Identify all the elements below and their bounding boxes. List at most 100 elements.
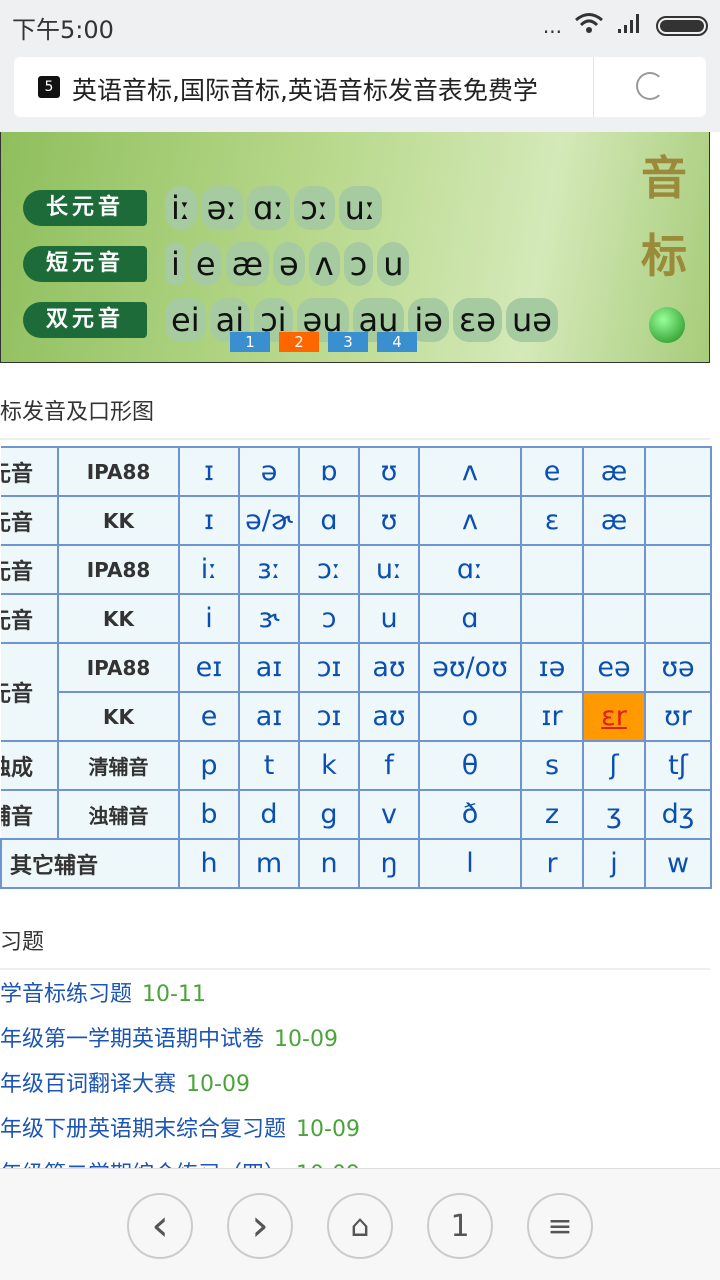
phonetic-cell[interactable]: ɔɪ (298, 691, 360, 742)
phonetic-cell[interactable]: uː (358, 544, 420, 595)
phonetic-cell[interactable]: i (178, 593, 240, 644)
phonetic-cell[interactable]: ʊə (644, 642, 712, 693)
phonetic-cell[interactable]: ʌ (418, 495, 522, 546)
phonetic-cell[interactable]: ɛ (520, 495, 584, 546)
back-button[interactable]: ‹ (127, 1193, 193, 1259)
banner-symbol: ɑː (247, 186, 291, 230)
banner-symbol: e (189, 242, 222, 286)
phonetic-cell[interactable]: əʊ/oʊ (418, 642, 522, 693)
phonetic-cell[interactable]: m (238, 838, 300, 889)
phonetic-link[interactable]: ɛr (601, 701, 627, 732)
phonetic-cell[interactable]: ɪr (520, 691, 584, 742)
phonetic-cell[interactable]: eə (582, 642, 646, 693)
news-link[interactable]: 年级百词翻译大赛 (0, 1072, 176, 1097)
phonetic-cell[interactable]: ɜː (238, 544, 300, 595)
phonetic-cell[interactable]: aʊ (358, 691, 420, 742)
phonetic-cell[interactable]: g (298, 789, 360, 840)
phonetic-cell[interactable]: iː (178, 544, 240, 595)
home-icon: ⌂ (350, 1208, 370, 1244)
phonetic-cell[interactable]: t (238, 740, 300, 791)
news-link[interactable]: 年级第一学期英语期中试卷 (0, 1027, 264, 1052)
phonetic-cell[interactable]: ɑː (418, 544, 522, 595)
news-link[interactable]: 学音标练习题 (0, 982, 132, 1007)
phonetic-cell[interactable]: æ (582, 495, 646, 546)
phonetic-cell[interactable]: d (238, 789, 300, 840)
url-field[interactable]: 5 英语音标,国际音标,英语音标发音表免费学 (14, 57, 706, 117)
phonetic-cell[interactable]: u (358, 593, 420, 644)
phonetic-cell[interactable]: ɪə (520, 642, 584, 693)
phonetic-cell[interactable]: ʒ (582, 789, 646, 840)
phonetic-cell[interactable]: j (582, 838, 646, 889)
phonetic-cell[interactable]: eɪ (178, 642, 240, 693)
reload-icon[interactable] (636, 72, 664, 100)
phonetic-cell[interactable]: ʊ (358, 495, 420, 546)
page-title[interactable]: 英语音标,国际音标,英语音标发音表免费学 (72, 71, 592, 107)
group-label: 元音 (1, 495, 59, 546)
phonetic-cell[interactable]: n (298, 838, 360, 889)
phonetic-cell[interactable]: w (644, 838, 712, 889)
phonetic-cell[interactable]: ɔ (298, 593, 360, 644)
phonetic-cell[interactable]: θ (418, 740, 522, 791)
phonetic-cell[interactable]: b (178, 789, 240, 840)
phonetic-cell[interactable]: ɒ (298, 446, 360, 497)
phonetic-cell[interactable]: r (520, 838, 584, 889)
pager-1[interactable]: 1 (230, 332, 270, 352)
phonetic-cell[interactable]: f (358, 740, 420, 791)
phonetic-cell[interactable]: o (418, 691, 522, 742)
table-row: 元音IPA88iːɜːɔːuːɑː (1, 544, 712, 595)
news-link[interactable]: 年级下册英语期末综合复习题 (0, 1117, 286, 1142)
phonetic-cell[interactable]: ɔɪ (298, 642, 360, 693)
phonetic-cell[interactable]: ʊr (644, 691, 712, 742)
phonetic-cell[interactable]: ɛr (582, 691, 646, 742)
phonetic-cell[interactable]: ɑ (298, 495, 360, 546)
phonetic-cell[interactable]: ʃ (582, 740, 646, 791)
phonetic-cell[interactable]: ɪ (178, 495, 240, 546)
tabs-button[interactable]: 1 (427, 1193, 493, 1259)
phonetic-cell[interactable]: l (418, 838, 522, 889)
notation-label: KK (57, 691, 180, 742)
banner-symbol: ɔː (294, 186, 335, 230)
phonetic-cell[interactable]: ʊ (358, 446, 420, 497)
phonetic-cell[interactable]: ɪ (178, 446, 240, 497)
pager-2[interactable]: 2 (279, 332, 319, 352)
phonetic-cell[interactable]: aʊ (358, 642, 420, 693)
group-label: 元音 (1, 642, 59, 742)
banner-symbol: ɔ (343, 242, 374, 286)
phonetic-cell[interactable]: k (298, 740, 360, 791)
menu-button[interactable]: ≡ (527, 1193, 593, 1259)
phonetic-cell[interactable]: ɑ (418, 593, 522, 644)
favicon: 5 (38, 76, 60, 98)
news-date: 10-09 (274, 1027, 338, 1052)
table-row: 元音IPA88ɪəɒʊʌeæ (1, 446, 712, 497)
phonetic-cell[interactable]: z (520, 789, 584, 840)
home-button[interactable]: ⌂ (327, 1193, 393, 1259)
forward-button[interactable]: › (227, 1193, 293, 1259)
banner-label: 长元音 (23, 190, 147, 226)
phonetic-cell[interactable]: p (178, 740, 240, 791)
phonetic-cell[interactable]: æ (582, 446, 646, 497)
phonetic-cell[interactable]: e (520, 446, 584, 497)
pager-3[interactable]: 3 (328, 332, 368, 352)
divider (593, 57, 594, 117)
phonetic-cell[interactable]: ʌ (418, 446, 522, 497)
phonetic-cell[interactable]: ɔː (298, 544, 360, 595)
phonetic-cell[interactable]: v (358, 789, 420, 840)
phonetic-cell[interactable]: s (520, 740, 584, 791)
phonetic-cell[interactable]: aɪ (238, 691, 300, 742)
notation-label: 浊辅音 (57, 789, 180, 840)
play-icon[interactable] (649, 307, 685, 343)
phonetic-cell[interactable]: e (178, 691, 240, 742)
banner-slideshow[interactable]: 长元音 iː əː ɑː ɔː uː 短元音 i e æ ə ʌ ɔ u 双元音… (0, 132, 710, 363)
banner-symbol: u (377, 242, 410, 286)
phonetic-cell[interactable]: tʃ (644, 740, 712, 791)
phonetic-cell[interactable]: ə/ɚ (238, 495, 300, 546)
phonetic-cell[interactable]: ŋ (358, 838, 420, 889)
phonetic-cell[interactable]: dʒ (644, 789, 712, 840)
phonetic-cell[interactable]: ə (238, 446, 300, 497)
phonetic-cell[interactable]: h (178, 838, 240, 889)
phonetic-cell[interactable]: ð (418, 789, 522, 840)
group-label: 元音 (1, 544, 59, 595)
phonetic-cell[interactable]: ɝ (238, 593, 300, 644)
phonetic-cell[interactable]: aɪ (238, 642, 300, 693)
pager-4[interactable]: 4 (377, 332, 417, 352)
